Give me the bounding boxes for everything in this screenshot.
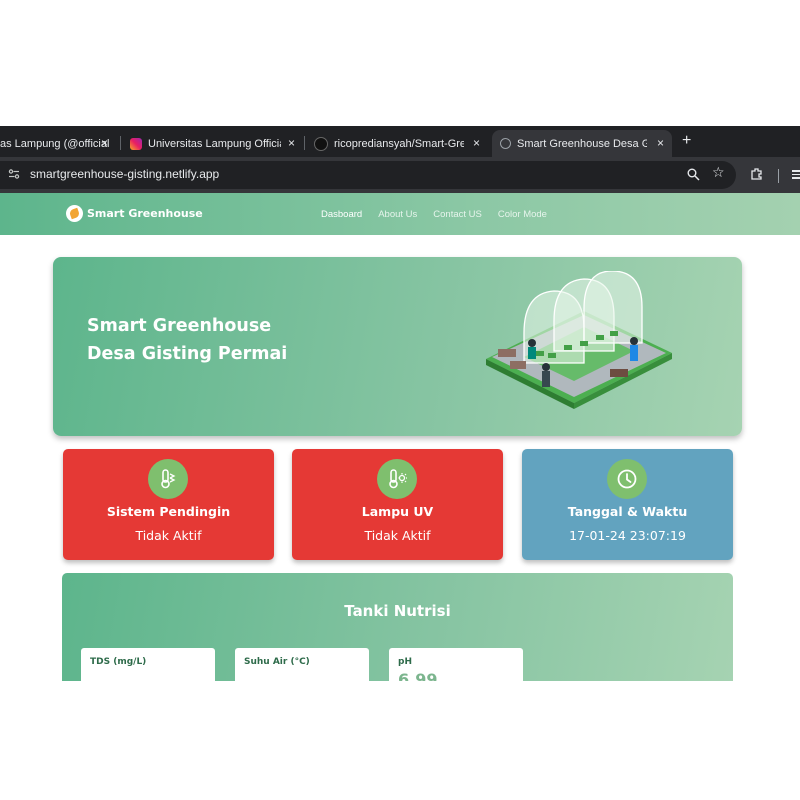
globe-icon	[500, 138, 511, 149]
nav-links: Dasboard About Us Contact US Color Mode	[321, 209, 563, 220]
tab-title: ricoprediansyah/Smart-Greenh	[334, 137, 464, 150]
tab-divider	[120, 136, 121, 150]
instagram-icon	[130, 137, 142, 150]
close-icon[interactable]: ×	[473, 136, 480, 150]
datetime-value: 17-01-24 23:07:19	[569, 528, 686, 543]
leaf-logo-icon	[66, 205, 83, 222]
card-lampu-uv: Lampu UV Tidak Aktif	[292, 449, 503, 560]
card-tanggal-waktu: Tanggal & Waktu 17-01-24 23:07:19	[522, 449, 733, 560]
thermometer-sun-icon	[377, 459, 417, 499]
browser-tab-active[interactable]: Smart Greenhouse Desa Gisting ×	[492, 130, 672, 157]
tab-title: Smart Greenhouse Desa Gisting	[517, 137, 647, 150]
hero-title-line2: Desa Gisting Permai	[87, 344, 288, 364]
hero-title-line1: Smart Greenhouse	[87, 316, 272, 336]
card-title: Lampu UV	[361, 504, 434, 519]
site-navbar: Smart Greenhouse Dasboard About Us Conta…	[0, 193, 800, 235]
brand-name: Smart Greenhouse	[87, 207, 203, 220]
bookmark-star-icon[interactable]: ☆	[712, 165, 725, 181]
close-icon[interactable]: ×	[657, 136, 664, 150]
thermometer-icon	[148, 459, 188, 499]
card-sistem-pendingin: Sistem Pendingin Tidak Aktif	[63, 449, 274, 560]
brand[interactable]: Smart Greenhouse	[66, 205, 203, 222]
metric-value: 6.99	[398, 670, 438, 681]
metric-label: pH	[398, 657, 412, 667]
metric-card-ph: pH 6.99	[389, 648, 523, 681]
nav-link-color-mode[interactable]: Color Mode	[498, 209, 547, 220]
tab-title: Universitas Lampung Official (@	[148, 137, 281, 150]
clock-icon	[607, 459, 647, 499]
github-icon	[314, 136, 328, 151]
browser-tab-3[interactable]: ricoprediansyah/Smart-Greenh ×	[314, 130, 486, 157]
browser-tab-2[interactable]: Universitas Lampung Official (@ ×	[130, 130, 300, 157]
browser-tab-1[interactable]: as Lampung (@official ×	[0, 130, 110, 157]
new-tab-button[interactable]: +	[682, 132, 691, 150]
close-icon[interactable]: ×	[101, 136, 108, 150]
card-status: Tidak Aktif	[135, 528, 202, 543]
close-icon[interactable]: ×	[288, 136, 295, 150]
card-title: Tanggal & Waktu	[567, 504, 688, 519]
tanki-nutrisi-section: Tanki Nutrisi TDS (mg/L) Suhu Air (°C) p…	[62, 573, 733, 681]
tab-title: as Lampung (@official	[0, 137, 110, 150]
metric-label: Suhu Air (°C)	[244, 657, 310, 667]
metric-card-suhu-air: Suhu Air (°C)	[235, 648, 369, 681]
browser-toolbar: smartgreenhouse-gisting.netlify.app ☆	[0, 157, 800, 193]
site-settings-icon[interactable]	[8, 168, 20, 180]
nav-link-dashboard[interactable]: Dasboard	[321, 209, 362, 220]
browser-tab-strip: as Lampung (@official × Universitas Lamp…	[0, 126, 800, 157]
metric-card-tds: TDS (mg/L)	[81, 648, 215, 681]
nav-link-about[interactable]: About Us	[378, 209, 417, 220]
tab-divider	[304, 136, 305, 150]
nav-link-contact[interactable]: Contact US	[433, 209, 482, 220]
address-bar[interactable]: smartgreenhouse-gisting.netlify.app ☆	[0, 161, 736, 189]
hero-banner: Smart Greenhouse Desa Gisting Permai	[53, 257, 742, 436]
card-title: Sistem Pendingin	[106, 504, 231, 519]
browser-screenshot: as Lampung (@official × Universitas Lamp…	[0, 126, 800, 681]
metric-label: TDS (mg/L)	[90, 657, 147, 667]
toolbar-divider	[778, 169, 779, 183]
menu-icon[interactable]	[792, 170, 800, 181]
zoom-icon[interactable]	[687, 168, 700, 181]
extensions-icon[interactable]	[750, 167, 763, 180]
card-status: Tidak Aktif	[364, 528, 431, 543]
url-text[interactable]: smartgreenhouse-gisting.netlify.app	[30, 167, 219, 181]
greenhouse-illustration	[486, 271, 672, 409]
section-title: Tanki Nutrisi	[344, 602, 451, 620]
